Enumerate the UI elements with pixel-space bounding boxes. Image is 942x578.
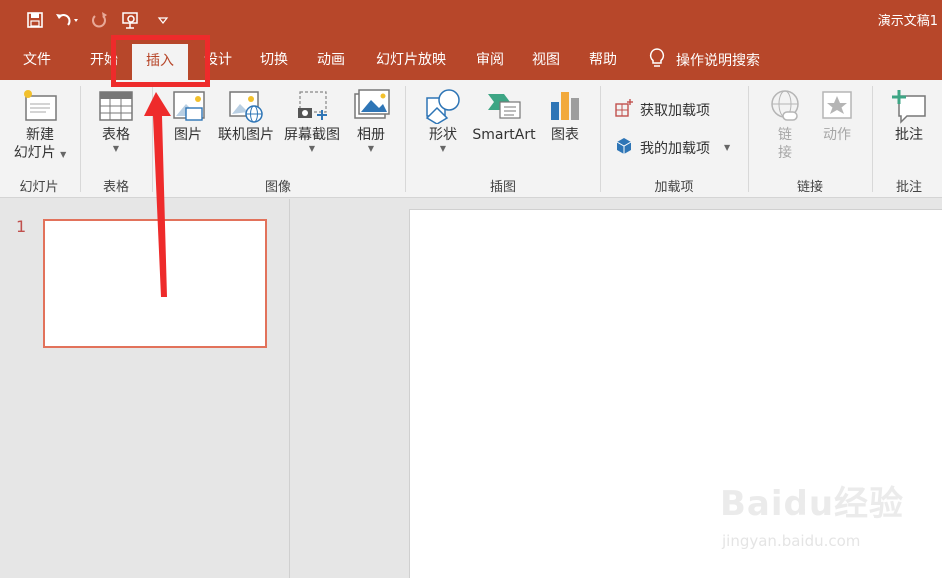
- powerpoint-window: 演示文稿1 文件 开始 插入 设计 切换 动画 幻灯片放映 审阅 视图 帮助 操…: [0, 0, 942, 578]
- watermark-brand: Baidu经验: [720, 484, 905, 524]
- watermark: Baidu经验 jingyan.baidu.com: [720, 476, 920, 566]
- watermark-url: jingyan.baidu.com: [722, 532, 861, 550]
